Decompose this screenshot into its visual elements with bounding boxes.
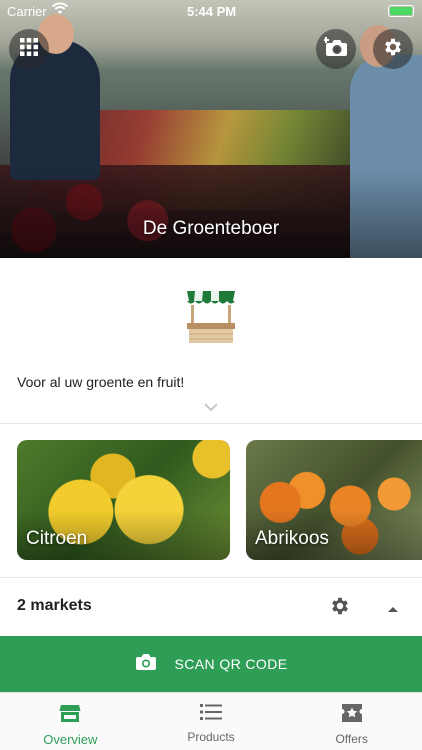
offer-star-icon (341, 703, 363, 728)
tab-products[interactable]: Products (141, 693, 282, 750)
tab-bar: Overview Products Offers (0, 692, 422, 750)
tab-label: Offers (335, 732, 368, 746)
shop-description: Voor al uw groente en fruit! (17, 374, 185, 390)
wifi-icon (52, 2, 68, 19)
list-icon (200, 703, 222, 726)
tab-offers[interactable]: Offers (281, 693, 422, 750)
caret-up-icon (386, 601, 400, 618)
shop-name: De Groenteboer (142, 218, 280, 239)
hero-image: Carrier 5:44 PM De Groenteboer (0, 0, 422, 258)
clock: 5:44 PM (187, 4, 237, 19)
collapse-markets-button[interactable] (386, 601, 400, 612)
scan-qr-label: SCAN QR CODE (174, 656, 288, 672)
tab-overview[interactable]: Overview (0, 693, 141, 750)
product-name: Abrikoos (255, 528, 329, 549)
divider (0, 423, 422, 424)
camera-icon (135, 653, 157, 676)
gear-icon (382, 36, 404, 63)
app-screen: Carrier 5:44 PM De Groenteboer Voor al u… (0, 0, 422, 750)
store-icon (59, 703, 81, 728)
product-card-abrikoos[interactable]: Abrikoos (246, 440, 422, 560)
status-bar: Carrier 5:44 PM (0, 0, 422, 22)
scan-qr-button[interactable]: SCAN QR CODE (0, 636, 422, 692)
battery-icon (388, 5, 414, 17)
add-photo-icon (323, 36, 348, 62)
product-card-citroen[interactable]: Citroen (17, 440, 230, 560)
divider (0, 577, 422, 578)
settings-button[interactable] (373, 29, 413, 69)
tab-label: Products (187, 730, 235, 744)
grid-menu-icon (20, 37, 38, 61)
carrier-label: Carrier (7, 4, 47, 19)
product-name: Citroen (26, 528, 88, 549)
market-stall-logo (181, 285, 241, 345)
grid-menu-button[interactable] (9, 29, 49, 69)
gear-icon (329, 597, 351, 621)
add-photo-button[interactable] (316, 29, 356, 69)
markets-settings-button[interactable] (329, 595, 351, 617)
tab-label: Overview (43, 732, 98, 747)
chevron-down-icon (203, 400, 219, 417)
markets-count: 2 markets (17, 597, 92, 614)
expand-description-button[interactable] (203, 400, 219, 412)
